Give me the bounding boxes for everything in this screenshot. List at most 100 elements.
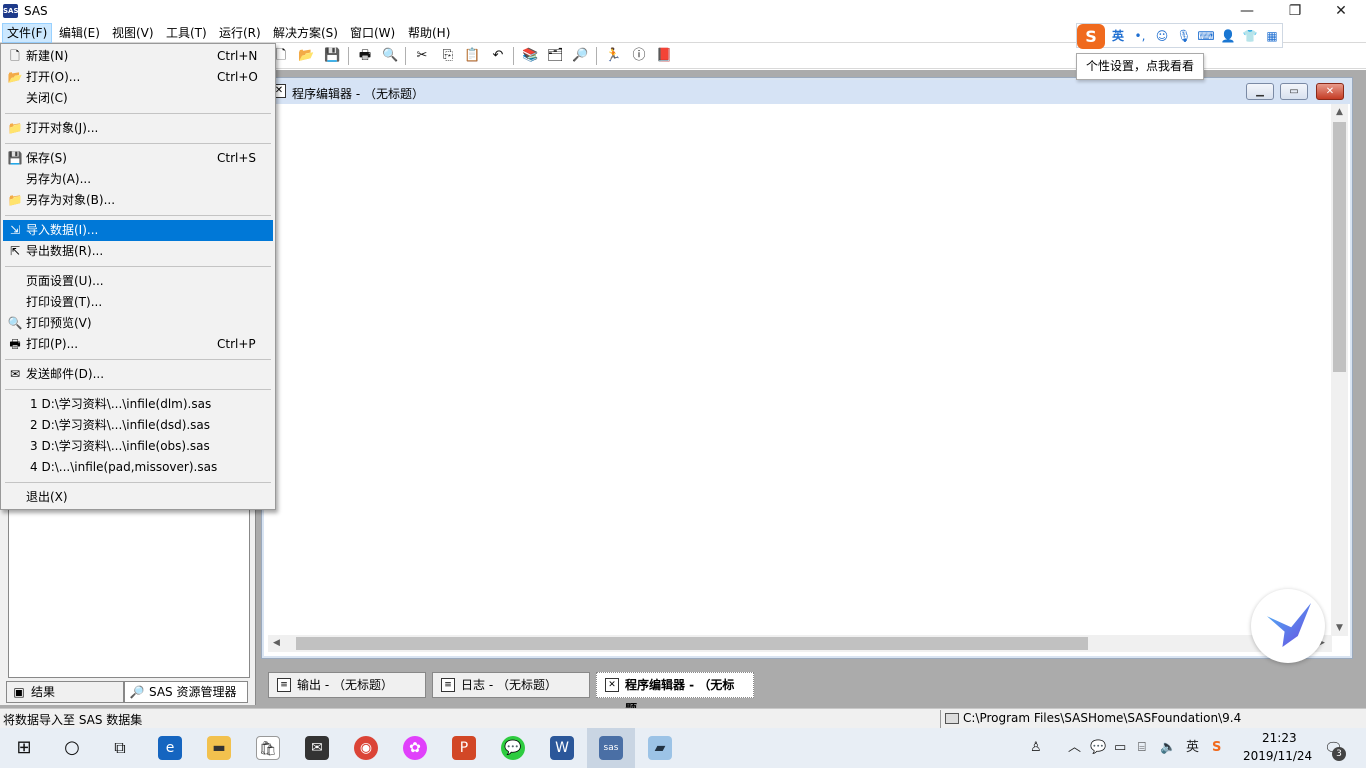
menu-item-open[interactable]: 📂 打开(O)... Ctrl+O <box>3 67 273 88</box>
user-icon[interactable]: 👤 <box>1219 27 1237 45</box>
scroll-up-icon[interactable]: ▲ <box>1331 104 1348 120</box>
close-button[interactable]: ✕ <box>1318 0 1364 23</box>
cut-icon[interactable]: ✂ <box>414 48 430 64</box>
wechat-icon[interactable]: 💬 <box>501 736 525 760</box>
skin-shirt-icon[interactable]: 👕 <box>1241 27 1259 45</box>
editor-minimize-button[interactable]: ▁ <box>1246 83 1274 100</box>
menu-edit[interactable]: 编辑(E) <box>55 23 104 43</box>
tab-sas-explorer[interactable]: 🔎 SAS 资源管理器 <box>124 681 248 703</box>
menu-item-save-as-object[interactable]: 📁 另存为对象(B)... <box>3 190 273 211</box>
scroll-down-icon[interactable]: ▼ <box>1331 620 1348 636</box>
menu-item-new[interactable]: 🗋 新建(N) Ctrl+N <box>3 46 273 67</box>
menu-item-export-data[interactable]: ⇱ 导出数据(R)... <box>3 241 273 262</box>
recent-file-3[interactable]: 3 D:\学习资料\...\infile(obs).sas <box>3 436 273 457</box>
edge-icon[interactable]: e <box>158 736 182 760</box>
undo-icon[interactable]: ↶ <box>490 48 506 64</box>
print-preview-icon[interactable]: 🔍 <box>382 48 398 64</box>
program-editor-icon: ✕ <box>605 678 619 692</box>
menu-item-print-preview[interactable]: 🔍 打印预览(V) <box>3 313 273 334</box>
show-hidden-icons-icon[interactable]: ︿ <box>1068 739 1081 757</box>
menu-item-print[interactable]: 🖶 打印(P)... Ctrl+P <box>3 334 273 355</box>
mail-icon[interactable]: ✉ <box>305 736 329 760</box>
menu-file[interactable]: 文件(F) <box>2 23 53 43</box>
photos-app-icon[interactable]: ✿ <box>403 736 427 760</box>
windows-start-icon[interactable]: ⊞ <box>12 736 36 760</box>
sogou-logo-icon[interactable]: S <box>1077 24 1105 49</box>
vertical-scrollbar[interactable]: ▲ ▼ <box>1331 104 1348 636</box>
menu-window[interactable]: 窗口(W) <box>346 23 399 43</box>
keyboard-icon[interactable]: ⌨ <box>1197 27 1215 45</box>
new-file-icon: 🗋 <box>10 49 20 63</box>
tab-results[interactable]: ▣ 结果 <box>6 681 124 703</box>
menu-run[interactable]: 运行(R) <box>215 23 265 43</box>
tab-output[interactable]: ≡ 输出 - （无标题） <box>268 672 426 698</box>
menu-item-close[interactable]: 关闭(C) <box>3 88 273 109</box>
print-icon[interactable]: 🖶 <box>357 48 373 64</box>
menu-item-page-setup[interactable]: 页面设置(U)... <box>3 271 273 292</box>
notebook-app-icon[interactable]: ▰ <box>648 736 672 760</box>
open-icon[interactable]: 📂 <box>298 48 314 64</box>
emoji-icon[interactable]: ☺ <box>1153 27 1171 45</box>
battery-icon[interactable]: ▭ <box>1114 739 1126 757</box>
menu-item-send-mail[interactable]: ✉ 发送邮件(D)... <box>3 364 273 385</box>
wechat-tray-icon[interactable]: 💬 <box>1090 739 1106 757</box>
recent-file-1[interactable]: 1 D:\学习资料\...\infile(dlm).sas <box>3 394 273 415</box>
microphone-icon[interactable]: 🎙 <box>1175 27 1193 45</box>
find-icon[interactable]: 🔎 <box>572 48 588 64</box>
horizontal-scrollbar[interactable]: ◀ ▶ <box>268 635 1332 652</box>
sogou-tray-icon[interactable]: S <box>1212 739 1221 757</box>
tab-program-editor[interactable]: ✕ 程序编辑器 - （无标题... <box>596 672 754 716</box>
menu-help[interactable]: 帮助(H) <box>404 23 454 43</box>
menu-item-save[interactable]: 💾 保存(S) Ctrl+S <box>3 148 273 169</box>
tab-log[interactable]: ≡ 日志 - （无标题） <box>432 672 590 698</box>
ime-mode-toggle[interactable]: 英 <box>1109 27 1127 45</box>
libraries-icon[interactable]: 📚 <box>522 48 538 64</box>
menu-tools[interactable]: 工具(T) <box>162 23 211 43</box>
menu-item-exit[interactable]: 退出(X) <box>3 487 273 508</box>
ime-toolbar[interactable]: S 英 •, ☺ 🎙 ⌨ 👤 👕 ▦ <box>1076 23 1283 49</box>
explorer-icon[interactable]: 🗂 <box>547 48 564 64</box>
sas-taskbar-icon[interactable]: sas <box>599 736 623 760</box>
chrome-icon[interactable]: ◉ <box>354 736 378 760</box>
paste-icon[interactable]: 📋 <box>464 48 480 64</box>
task-view-icon[interactable]: ⧉ <box>108 736 132 760</box>
floating-bird-widget[interactable] <box>1251 589 1325 663</box>
help-book-icon[interactable]: 📕 <box>656 48 672 64</box>
vertical-scroll-thumb[interactable] <box>1333 122 1346 372</box>
stop-icon[interactable]: ⓘ <box>631 48 647 64</box>
run-icon[interactable]: 🏃 <box>605 48 621 64</box>
menu-item-save-as[interactable]: 另存为(A)... <box>3 169 273 190</box>
search-icon[interactable]: ○ <box>60 736 84 760</box>
copy-icon[interactable]: ⎘ <box>440 48 456 64</box>
menu-item-import-data[interactable]: ⇲ 导入数据(I)... <box>3 220 273 241</box>
current-directory[interactable]: C:\Program Files\SASHome\SASFoundation\9… <box>963 711 1241 725</box>
powerpoint-icon[interactable]: P <box>452 736 476 760</box>
window-title: SAS <box>24 4 48 18</box>
toolbox-grid-icon[interactable]: ▦ <box>1263 27 1281 45</box>
menu-view[interactable]: 视图(V) <box>108 23 158 43</box>
menu-solutions[interactable]: 解决方案(S) <box>269 23 342 43</box>
recent-file-4[interactable]: 4 D:\...\infile(pad,missover).sas <box>3 457 273 478</box>
ime-punctuation-toggle[interactable]: •, <box>1131 27 1149 45</box>
editor-maximize-button[interactable]: ▭ <box>1280 83 1308 100</box>
clock-time[interactable]: 21:23 <box>1262 731 1297 745</box>
horizontal-scroll-thumb[interactable] <box>296 637 1088 650</box>
file-explorer-icon[interactable]: ▬ <box>207 736 231 760</box>
network-icon[interactable]: ⌸ <box>1138 739 1146 757</box>
people-icon[interactable]: ♙ <box>1030 739 1042 757</box>
volume-icon[interactable]: 🔈 <box>1160 739 1176 757</box>
program-editor-window[interactable]: ✕ 程序编辑器 - （无标题） ▁ ▭ ✕ ▲ ▼ ◀ ▶ <box>262 78 1352 658</box>
word-icon[interactable]: W <box>550 736 574 760</box>
store-icon[interactable]: 🛍 <box>256 736 280 760</box>
save-icon[interactable]: 💾 <box>324 48 340 64</box>
input-language[interactable]: 英 <box>1186 739 1199 757</box>
editor-close-button[interactable]: ✕ <box>1316 83 1344 100</box>
clock-date[interactable]: 2019/11/24 <box>1243 749 1312 763</box>
minimize-button[interactable]: — <box>1224 0 1270 23</box>
restore-button[interactable]: ❐ <box>1272 0 1318 23</box>
recent-file-2[interactable]: 2 D:\学习资料\...\infile(dsd).sas <box>3 415 273 436</box>
scroll-left-icon[interactable]: ◀ <box>268 635 285 652</box>
menu-item-open-object[interactable]: 📁 打开对象(J)... <box>3 118 273 139</box>
editor-text-area[interactable] <box>268 104 1328 636</box>
menu-item-print-setup[interactable]: 打印设置(T)... <box>3 292 273 313</box>
